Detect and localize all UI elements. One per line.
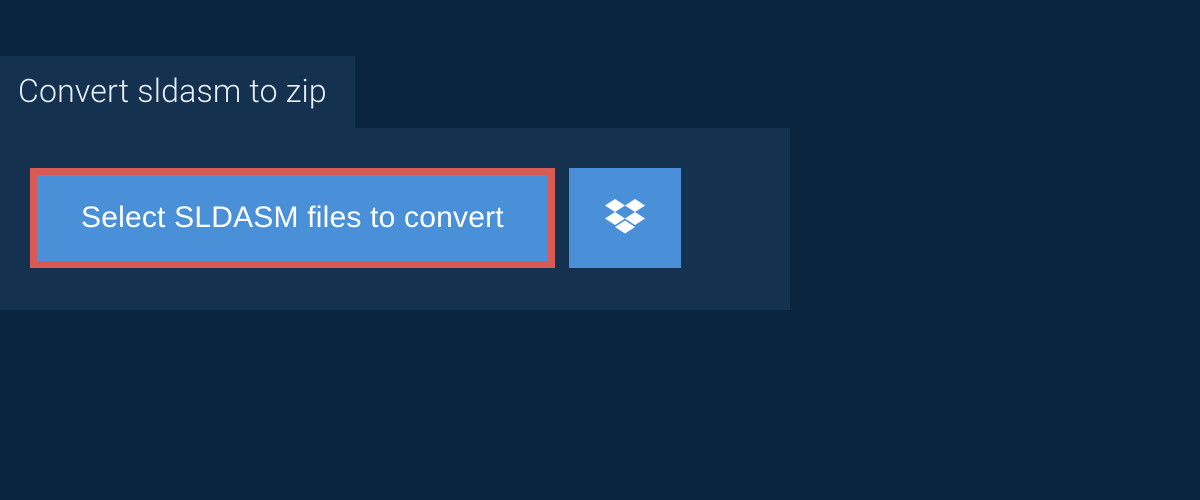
select-button-highlight: Select SLDASM files to convert: [30, 168, 555, 268]
button-row: Select SLDASM files to convert: [30, 168, 760, 268]
tab-strip: Convert sldasm to zip: [0, 0, 1200, 128]
tab-convert[interactable]: Convert sldasm to zip: [0, 56, 355, 128]
converter-panel: Select SLDASM files to convert: [0, 128, 790, 310]
select-files-label: Select SLDASM files to convert: [81, 201, 504, 234]
dropbox-icon: [605, 199, 645, 238]
dropbox-button[interactable]: [569, 168, 681, 268]
select-files-button[interactable]: Select SLDASM files to convert: [37, 175, 548, 261]
tab-label: Convert sldasm to zip: [18, 72, 327, 110]
